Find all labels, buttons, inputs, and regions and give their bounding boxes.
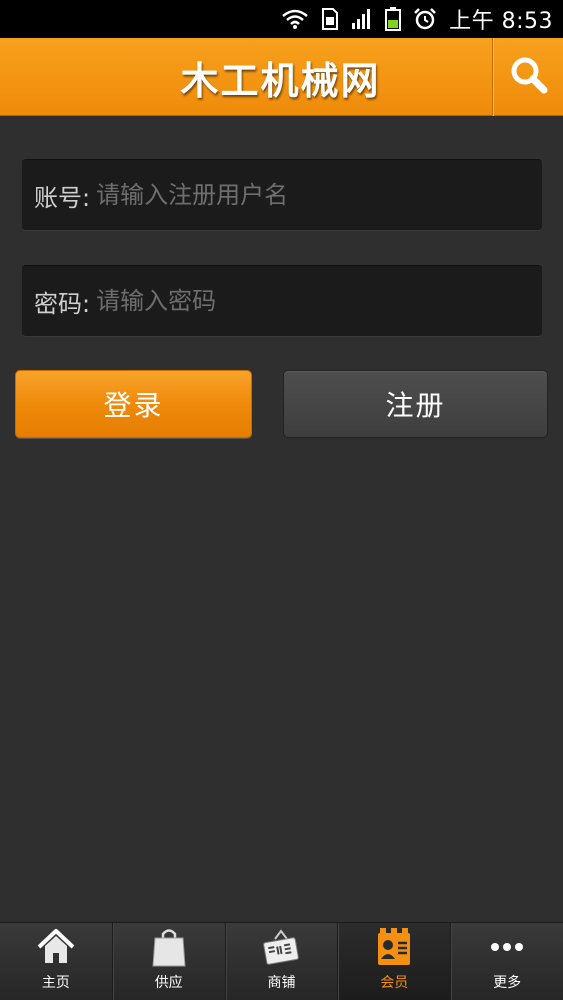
password-label: 密码: (34, 289, 91, 318)
tab-home[interactable]: 主页 (0, 923, 112, 1000)
more-dots-icon (487, 924, 527, 970)
status-bar: 上午 8:53 (0, 0, 563, 38)
tab-supply[interactable]: 供应 (111, 923, 225, 1000)
home-icon (36, 924, 76, 970)
tab-label: 更多 (493, 975, 522, 991)
account-input[interactable] (90, 160, 542, 230)
tab-shops[interactable]: 商铺 (224, 923, 338, 1000)
search-button[interactable] (493, 38, 563, 116)
status-time: 上午 8:53 (449, 9, 553, 34)
account-label: 账号: (34, 183, 91, 212)
member-card-icon (376, 924, 412, 970)
login-button[interactable]: 登录 (15, 370, 252, 438)
password-field[interactable]: 密码: (22, 265, 542, 337)
wifi-icon (281, 8, 309, 30)
account-field[interactable]: 账号: (22, 159, 542, 231)
shop-open-sign-icon (261, 924, 301, 970)
bottom-tab-bar: 主页 供应 商铺 会员 更多 (0, 922, 563, 1000)
tab-label: 商铺 (267, 975, 296, 991)
tab-label: 主页 (41, 975, 70, 991)
tab-more[interactable]: 更多 (450, 923, 563, 1000)
shopping-bag-icon (151, 924, 187, 970)
signal-icon (351, 8, 373, 30)
search-icon (509, 55, 549, 99)
tab-member[interactable]: 会员 (337, 923, 451, 1000)
app-title: 木工机械网 (180, 57, 381, 103)
battery-icon (385, 7, 402, 31)
tab-label: 供应 (154, 975, 183, 991)
tab-label: 会员 (380, 975, 409, 991)
register-button[interactable]: 注册 (283, 370, 548, 438)
password-input[interactable] (90, 266, 542, 336)
app-header: 木工机械网 (0, 38, 563, 116)
sim-icon (321, 8, 339, 30)
alarm-icon (413, 8, 437, 30)
